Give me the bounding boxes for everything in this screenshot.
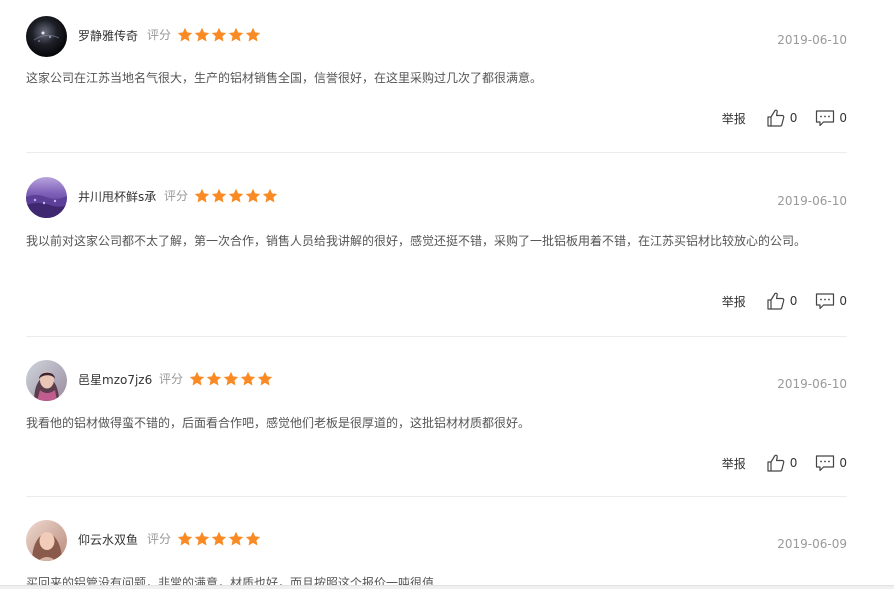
rating-label: 评分	[159, 372, 184, 386]
username[interactable]: 仰云水双鱼	[78, 533, 138, 547]
star-rating	[177, 27, 262, 43]
star-icon	[177, 531, 193, 546]
review-date: 2019-06-10	[777, 33, 847, 47]
review-content: 买回来的铝管没有问题，非常的满意，材质也好，而且按照这个报价一吨很值	[26, 576, 435, 585]
like-count: 0	[789, 456, 798, 470]
rating-row: 评分	[159, 371, 274, 387]
review-actions: 举报 0 0	[722, 452, 847, 474]
user-avatar[interactable]	[26, 177, 67, 218]
review-date: 2019-06-10	[777, 194, 847, 208]
like-count: 0	[789, 111, 798, 125]
review-content: 这家公司在江苏当地名气很大，生产的铝材销售全国，信誉很好，在这里采购过几次了都很…	[26, 71, 543, 85]
star-icon	[211, 27, 227, 42]
star-icon	[206, 371, 222, 386]
username[interactable]: 井川甩杯鲜s承	[78, 190, 156, 204]
review-item: 井川甩杯鲜s承 评分 2019-06-10 我以前对这家公司都不太了解，第一次合…	[26, 177, 847, 337]
star-icon	[194, 531, 210, 546]
review-actions: 举报 0 0	[722, 290, 847, 312]
horizontal-scrollbar[interactable]	[0, 585, 894, 589]
user-avatar[interactable]	[26, 520, 67, 561]
rating-row: 评分	[164, 188, 279, 204]
rating-label: 评分	[164, 189, 189, 203]
comment-icon	[816, 293, 835, 310]
star-icon	[262, 188, 278, 203]
thumbs-up-icon	[767, 454, 785, 472]
comment-count: 0	[839, 111, 847, 125]
review-date: 2019-06-10	[777, 377, 847, 391]
thumbs-up-icon	[767, 109, 785, 127]
review-content: 我以前对这家公司都不太了解，第一次合作，销售人员给我讲解的很好，感觉还挺不错，采…	[26, 234, 807, 248]
user-avatar[interactable]	[26, 360, 67, 401]
star-icon	[194, 27, 210, 42]
comment-count: 0	[839, 294, 847, 308]
like-button[interactable]: 0	[766, 453, 798, 473]
comment-button[interactable]: 0	[815, 291, 847, 311]
star-rating	[194, 188, 279, 204]
star-icon	[211, 531, 227, 546]
review-item: 罗静雅传奇 评分 2019-06-10 这家公司在江苏当地名气很大，生产的铝材销…	[26, 16, 847, 153]
like-button[interactable]: 0	[766, 108, 798, 128]
star-icon	[228, 188, 244, 203]
rating-row: 评分	[147, 27, 262, 43]
star-icon	[223, 371, 239, 386]
like-button[interactable]: 0	[766, 291, 798, 311]
review-content: 我看他的铝材做得蛮不错的，后面看合作吧，感觉他们老板是很厚道的，这批铝材材质都很…	[26, 416, 531, 430]
comment-icon	[816, 110, 835, 127]
star-icon	[177, 27, 193, 42]
comment-button[interactable]: 0	[815, 453, 847, 473]
review-item: 仰云水双鱼 评分 2019-06-09 买回来的铝管没有问题，非常的满意，材质也…	[26, 520, 847, 585]
comment-button[interactable]: 0	[815, 108, 847, 128]
rating-row: 评分	[147, 531, 262, 547]
thumbs-up-icon	[767, 292, 785, 310]
star-rating	[189, 371, 274, 387]
review-actions: 举报 0 0	[722, 107, 847, 129]
username[interactable]: 罗静雅传奇	[78, 29, 138, 43]
report-button[interactable]: 举报	[722, 110, 746, 127]
star-icon	[245, 27, 261, 42]
star-icon	[189, 371, 205, 386]
star-icon	[245, 531, 261, 546]
report-button[interactable]: 举报	[722, 455, 746, 472]
comment-icon	[816, 455, 835, 472]
star-icon	[211, 188, 227, 203]
star-rating	[177, 531, 262, 547]
star-icon	[228, 531, 244, 546]
star-icon	[257, 371, 273, 386]
like-count: 0	[789, 294, 798, 308]
star-icon	[240, 371, 256, 386]
comment-count: 0	[839, 456, 847, 470]
username[interactable]: 邑星mzo7jz6	[78, 373, 152, 387]
review-item: 邑星mzo7jz6 评分 2019-06-10 我看他的铝材做得蛮不错的，后面看…	[26, 360, 847, 497]
review-date: 2019-06-09	[777, 537, 847, 551]
rating-label: 评分	[147, 532, 172, 546]
report-button[interactable]: 举报	[722, 293, 746, 310]
star-icon	[228, 27, 244, 42]
star-icon	[245, 188, 261, 203]
user-avatar[interactable]	[26, 16, 67, 57]
star-icon	[194, 188, 210, 203]
rating-label: 评分	[147, 28, 172, 42]
